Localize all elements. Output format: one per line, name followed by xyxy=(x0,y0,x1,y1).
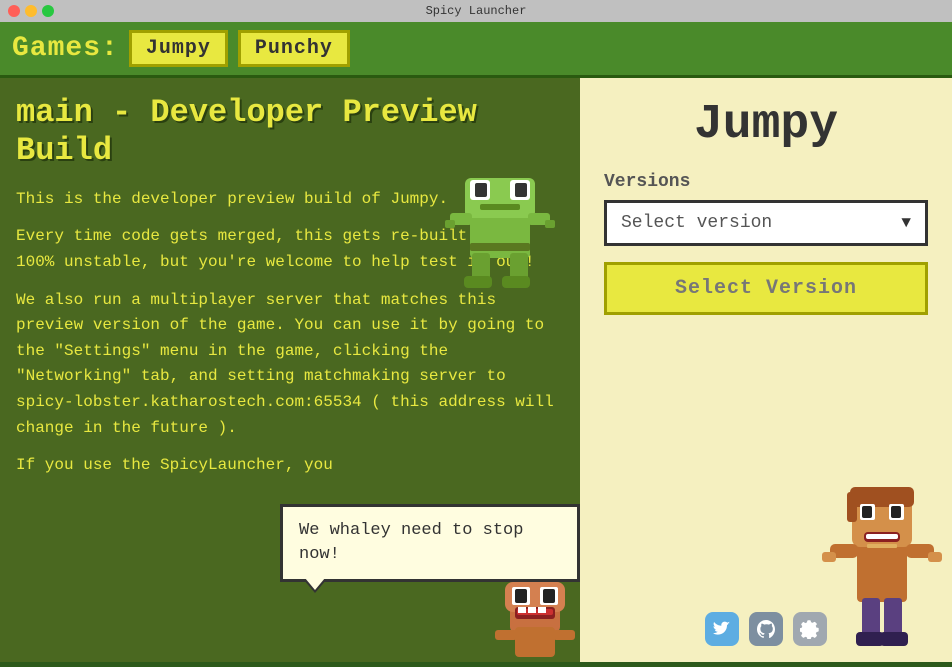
games-label: Games: xyxy=(12,33,119,64)
social-icons xyxy=(705,612,827,646)
minimize-button[interactable] xyxy=(25,5,37,17)
desc-p4: If you use the SpicyLauncher, you xyxy=(16,453,564,479)
titlebar: Spicy Launcher xyxy=(0,0,952,22)
version-select-wrapper: Select version ▼ xyxy=(604,200,928,246)
right-panel: Jumpy Versions Select version ▼ Select V… xyxy=(580,78,952,662)
close-button[interactable] xyxy=(8,5,20,17)
desc-p3: We also run a multiplayer server that ma… xyxy=(16,288,564,442)
speech-bubble-text: We whaley need to stop now! xyxy=(299,521,523,564)
speech-bubble: We whaley need to stop now! xyxy=(280,504,580,582)
tab-jumpy[interactable]: Jumpy xyxy=(129,30,228,67)
main-content: main - Developer Preview Build This is t… xyxy=(0,78,952,662)
speech-bubble-container: We whaley need to stop now! xyxy=(280,504,580,582)
traffic-lights xyxy=(8,5,54,17)
maximize-button[interactable] xyxy=(42,5,54,17)
github-icon[interactable] xyxy=(749,612,783,646)
window-title: Spicy Launcher xyxy=(426,4,527,18)
version-dropdown[interactable]: Select version ▼ xyxy=(604,200,928,246)
pixel-char-bottom xyxy=(490,582,580,662)
version-dropdown-text: Select version xyxy=(621,213,772,233)
games-bar: Games: Jumpy Punchy xyxy=(0,22,952,78)
versions-label: Versions xyxy=(604,172,690,192)
pixel-person-decoration xyxy=(812,462,952,662)
left-panel: main - Developer Preview Build This is t… xyxy=(0,78,580,662)
tab-punchy[interactable]: Punchy xyxy=(238,30,350,67)
select-version-button[interactable]: Select Version xyxy=(604,262,928,315)
game-title: Jumpy xyxy=(694,98,838,152)
twitter-icon[interactable] xyxy=(705,612,739,646)
chevron-down-icon: ▼ xyxy=(901,214,911,232)
pixel-frog-decoration xyxy=(440,158,560,298)
